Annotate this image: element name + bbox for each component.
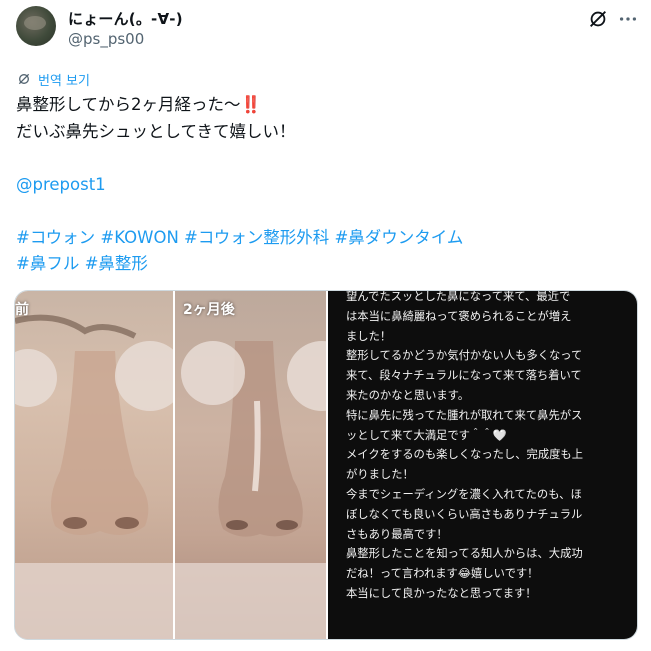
hashtag-line[interactable]: #コウォン #KOWON #コウォン整形外科 #鼻ダウンタイム bbox=[16, 225, 626, 252]
hashtag-line[interactable]: #鼻フル #鼻整形 bbox=[16, 251, 626, 278]
after-photo[interactable]: 2ヶ月後 bbox=[174, 291, 326, 639]
testimonial-image[interactable]: 望んでたスッとした鼻になって来て、最近で は本当に鼻綺麗ねって褒められることが増… bbox=[328, 291, 637, 639]
testimonial-line: 来たのかなと思います。 bbox=[346, 388, 470, 402]
translate-label: 번역 보기 bbox=[38, 73, 90, 89]
translate-icon bbox=[18, 73, 30, 85]
before-photo[interactable]: 前 bbox=[15, 291, 173, 639]
testimonial-line: 特に鼻先に残ってた腫れが取れて来て鼻先がス bbox=[346, 408, 583, 422]
testimonial-line: 今までシェーディングを濃く入れてたのも、ほ bbox=[346, 487, 582, 501]
testimonial-line: メイクをするのも楽しくなったし、完成度も上 bbox=[346, 448, 584, 462]
testimonial-line: は本当に鼻綺麗ねって褒められることが増え bbox=[346, 309, 572, 323]
testimonial-text: 望んでたスッとした鼻になって来て、最近で は本当に鼻綺麗ねって褒められることが増… bbox=[346, 291, 632, 604]
after-label: 2ヶ月後 bbox=[182, 302, 235, 318]
more-icon[interactable] bbox=[617, 8, 639, 30]
testimonial-line: ッとして来て大満足です＾＾🤍 bbox=[346, 428, 507, 442]
tweet-line: だいぶ鼻先シュッとしてきて嬉しい！ bbox=[16, 121, 296, 141]
tweet-line: 鼻整形してから2ヶ月経った〜 bbox=[16, 95, 241, 114]
blur-mask bbox=[15, 563, 173, 639]
testimonial-line: がりました！ bbox=[346, 468, 414, 482]
double-exclamation-emoji: ‼️ bbox=[240, 95, 262, 114]
testimonial-line: 望んでたスッとした鼻になって来て、最近で bbox=[346, 291, 571, 303]
before-label: 前 bbox=[15, 302, 29, 318]
testimonial-line: 来て、段々ナチュラルになって来て落ち着いて bbox=[346, 369, 582, 383]
tweet-line bbox=[16, 145, 626, 172]
testimonial-line: 本当にして良かったなと思ってます！ bbox=[346, 586, 537, 600]
mention-link[interactable]: @prepost1 bbox=[16, 172, 626, 199]
blur-mask bbox=[174, 563, 326, 639]
avatar[interactable] bbox=[16, 6, 56, 46]
user-handle[interactable]: @ps_ps00 bbox=[68, 30, 144, 48]
grok-icon[interactable] bbox=[587, 8, 609, 30]
media-grid[interactable]: 前 2ヶ月後 望んでたスッとした鼻になって来て、最近で は本当に鼻綺麗ねって褒め… bbox=[14, 290, 638, 640]
testimonial-line: ぼしなくても良いくらい高さもありナチュラル bbox=[346, 507, 583, 521]
tweet-text: 鼻整形してから2ヶ月経った〜‼️ だいぶ鼻先シュッとしてきて嬉しい！ @prep… bbox=[16, 92, 626, 278]
display-name[interactable]: にょーん(。-∀-) bbox=[68, 8, 183, 29]
testimonial-line: さもあり最高です！ bbox=[346, 527, 448, 541]
translate-link[interactable]: 번역 보기 bbox=[16, 69, 90, 89]
tweet-line bbox=[16, 198, 626, 225]
testimonial-line: 鼻整形したことを知ってる知人からは、大成功 bbox=[346, 547, 583, 561]
testimonial-line: 整形してるかどうか気付かない人も多くなって bbox=[346, 349, 583, 363]
blur-mask bbox=[180, 341, 245, 405]
testimonial-line: だね！って言われます😂嬉しいです！ bbox=[346, 567, 539, 581]
testimonial-line: ました！ bbox=[346, 329, 392, 343]
tweet-header: にょーん(。-∀-) @ps_ps00 bbox=[16, 4, 638, 54]
